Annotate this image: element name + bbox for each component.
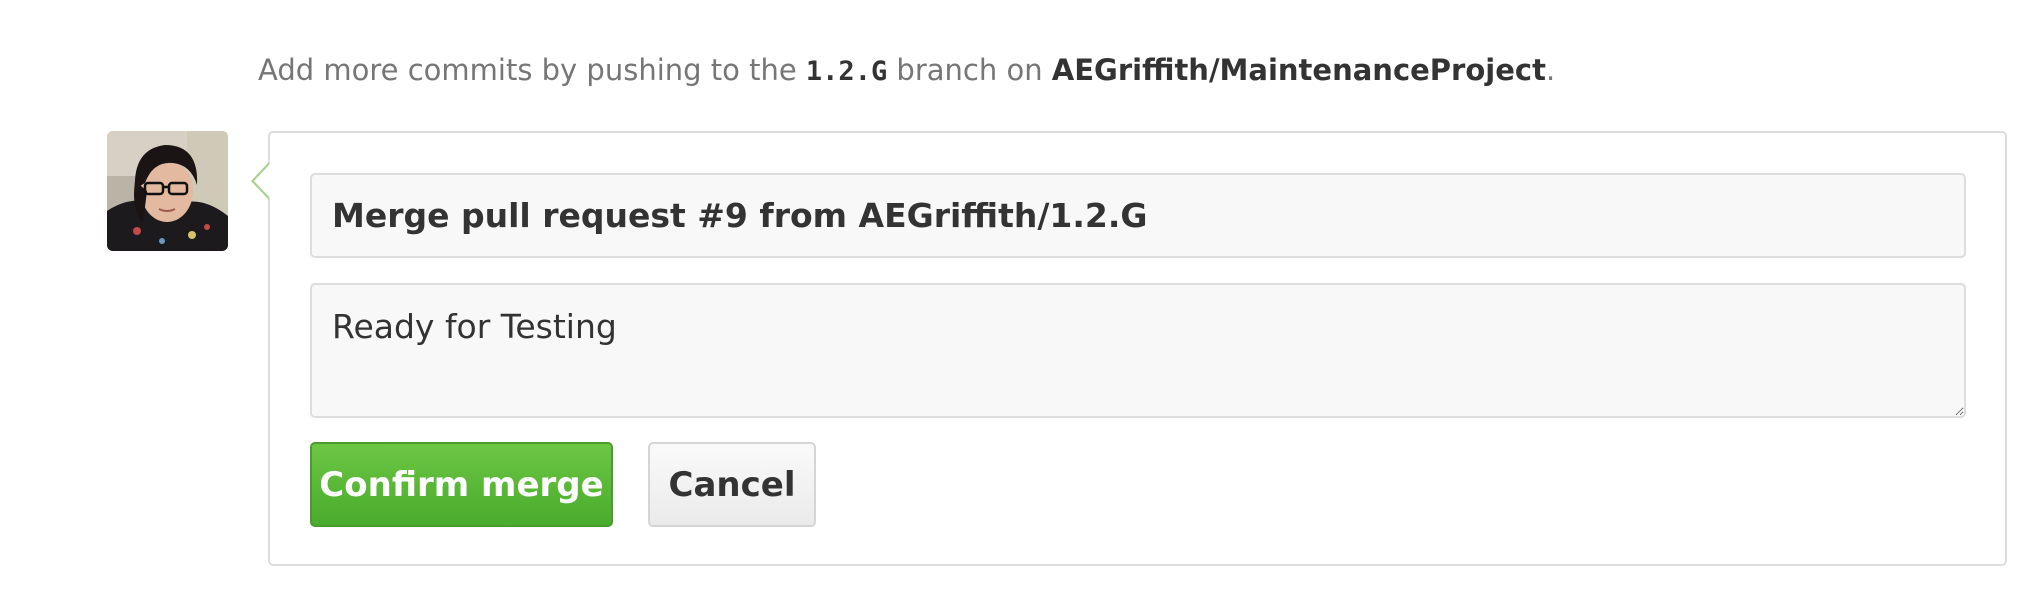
hint-suffix: .: [1545, 53, 1556, 87]
panel-arrow-fill: [254, 164, 270, 198]
avatar[interactable]: [107, 131, 228, 251]
merge-section: Add more commits by pushing to the 1.2.G…: [0, 0, 2038, 604]
hint-middle: branch on: [887, 53, 1052, 87]
hint-prefix: Add more commits by pushing to the: [258, 53, 806, 87]
confirm-merge-button[interactable]: Confirm merge: [310, 442, 613, 527]
cancel-button[interactable]: Cancel: [648, 442, 816, 527]
merge-message-textarea[interactable]: Ready for Testing: [310, 283, 1966, 418]
repository-link[interactable]: AEGriffith/MaintenanceProject: [1052, 53, 1546, 87]
merge-title-input[interactable]: [310, 173, 1966, 258]
user-avatar-icon: [107, 131, 228, 251]
push-commits-hint: Add more commits by pushing to the 1.2.G…: [258, 52, 1555, 90]
branch-name: 1.2.G: [805, 56, 888, 87]
